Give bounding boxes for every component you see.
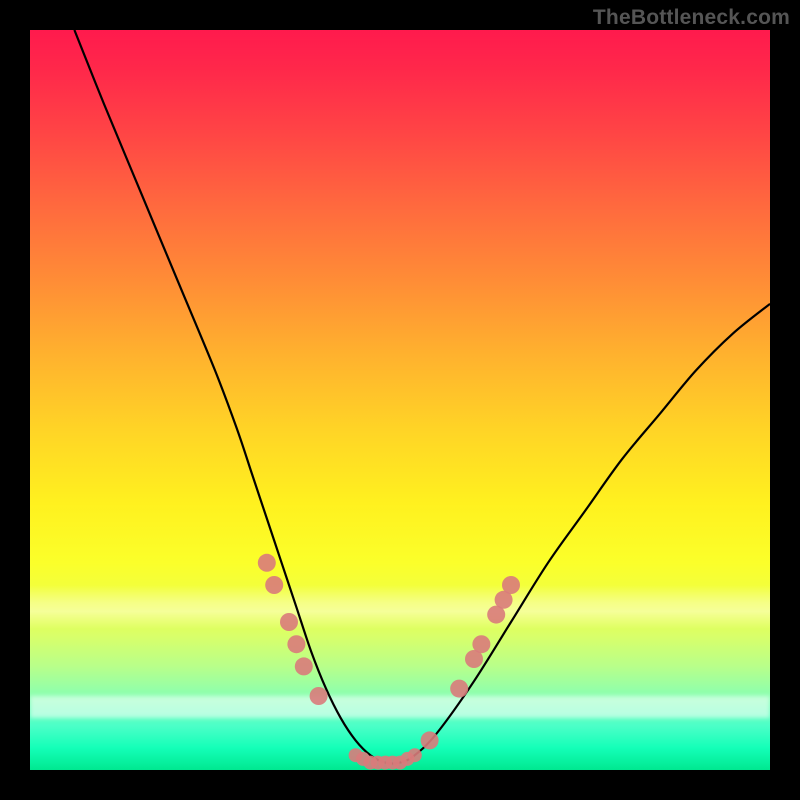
marker-point — [265, 576, 283, 594]
marker-point — [287, 635, 305, 653]
marker-group — [258, 554, 520, 770]
marker-point — [472, 635, 490, 653]
chart-frame: TheBottleneck.com — [0, 0, 800, 800]
marker-point — [408, 748, 422, 762]
watermark-text: TheBottleneck.com — [593, 6, 790, 30]
marker-point — [295, 657, 313, 675]
marker-point — [280, 613, 298, 631]
marker-point — [258, 554, 276, 572]
marker-point — [450, 680, 468, 698]
marker-point — [310, 687, 328, 705]
marker-point — [421, 731, 439, 749]
marker-point — [502, 576, 520, 594]
bottleneck-curve — [74, 30, 770, 764]
plot-area — [30, 30, 770, 770]
curve-svg — [30, 30, 770, 770]
